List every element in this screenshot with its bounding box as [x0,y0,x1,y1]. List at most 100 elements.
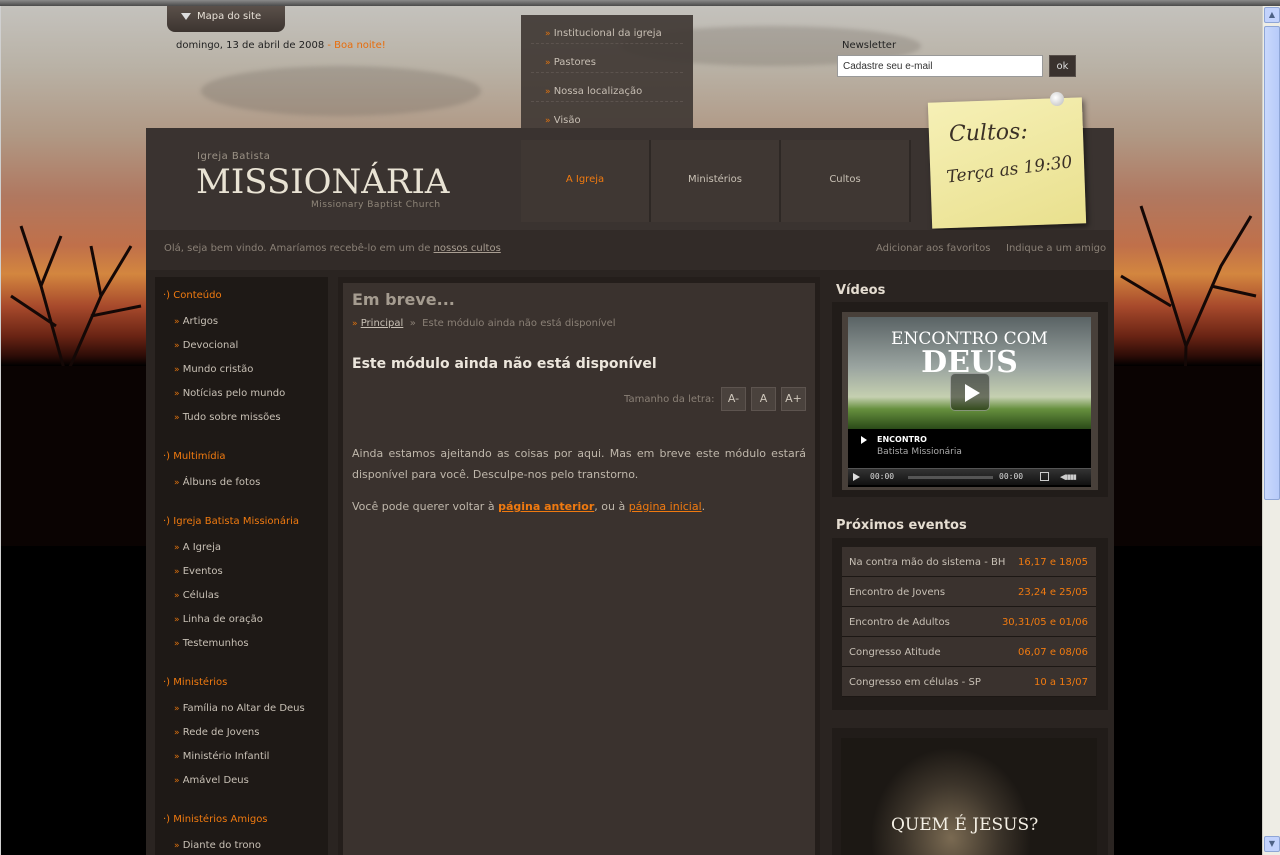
submenu-item-localizacao[interactable]: » Nossa localização [531,73,683,102]
event-date: 23,24 e 25/05 [1018,587,1088,598]
sidebar-item-missoes[interactable]: » Tudo sobre missões [174,412,281,423]
article-paragraph-links: Você pode querer voltar à página anterio… [352,500,806,513]
submenu-label: Pastores [553,57,596,68]
sidebar-item-familia[interactable]: » Família no Altar de Deus [174,703,305,714]
video-caption-subtitle: Batista Missionária [877,447,962,457]
sidebar-item-devocional[interactable]: » Devocional [174,340,238,351]
nav-tab-ministerios[interactable]: Ministérios [651,140,781,222]
scroll-up-icon[interactable]: ▲ [1264,7,1280,23]
sidebar-item-label: Ministério Infantil [182,751,270,762]
event-row[interactable]: Congresso em células - SP 10 a 13/07 [842,667,1096,697]
nav-tab-cultos[interactable]: Cultos [781,140,911,222]
sitemap-button[interactable]: Mapa do site [167,6,285,32]
sidebar-item-infantil[interactable]: » Ministério Infantil [174,751,269,762]
sidebar-item-oracao[interactable]: » Linha de oração [174,614,263,625]
home-page-link[interactable]: página inicial [629,500,702,513]
sidebar-section-multimidia[interactable]: ·) Multimídia [163,451,226,462]
double-arrow-icon: » [174,341,179,351]
sidebar-item-rede-jovens[interactable]: » Rede de Jovens [174,727,259,738]
event-name: Na contra mão do sistema - BH [849,557,1006,568]
submenu-item-pastores[interactable]: » Pastores [531,44,683,73]
sidebar-section-ministerios[interactable]: ·) Ministérios [163,677,227,688]
double-arrow-icon: » [174,543,179,553]
recommend-friend-link[interactable]: Indique a um amigo [1006,243,1106,254]
sidebar-item-label: Testemunhos [182,638,249,649]
play-control-icon[interactable] [853,473,860,481]
cloud [201,66,481,116]
sidebar-item-a-igreja[interactable]: » A Igreja [174,542,221,553]
double-arrow-icon: » [545,29,550,39]
vertical-scrollbar[interactable]: ▲ ▼ [1262,6,1280,855]
event-date: 10 a 13/07 [1033,677,1088,688]
double-arrow-icon: » [545,116,550,126]
date-line: domingo, 13 de abril de 2008 - Boa noite… [176,40,386,51]
tree-silhouette-right [1101,205,1262,546]
sidebar-item-testemunhos[interactable]: » Testemunhos [174,638,249,649]
font-decrease-button[interactable]: A- [721,387,746,411]
sidebar-section-conteudo[interactable]: ·) Conteúdo [163,290,222,301]
add-favorites-link[interactable]: Adicionar aos favoritos [876,243,990,254]
video-current-time: 00:00 [870,472,895,481]
play-icon[interactable] [950,373,990,411]
double-arrow-icon: » [545,87,550,97]
nav-tab-a-igreja[interactable]: A Igreja [521,140,651,222]
breadcrumb-home-link[interactable]: Principal [361,318,404,329]
submenu-item-visao[interactable]: » Visão [531,102,683,131]
video-controls: 00:00 00:00 ◀▮▮▮▮ [848,468,1091,485]
sidebar-item-artigos[interactable]: » Artigos [174,316,218,327]
event-name: Encontro de Adultos [849,617,950,628]
sidebar-item-eventos[interactable]: » Eventos [174,566,223,577]
previous-page-link[interactable]: página anterior [498,500,594,513]
scrollbar-thumb[interactable] [1264,26,1280,500]
event-row[interactable]: Encontro de Jovens 23,24 e 25/05 [842,577,1096,607]
sitemap-label: Mapa do site [197,11,262,22]
event-date: 06,07 e 08/06 [1018,647,1088,658]
breadcrumb-current: Este módulo ainda não está disponível [422,318,616,329]
sidebar-section-ministerios-amigos[interactable]: ·) Ministérios Amigos [163,814,268,825]
breadcrumb: » Principal » Este módulo ainda não está… [352,318,616,329]
event-name: Congresso Atitude [849,647,941,658]
sidebar-item-label: Tudo sobre missões [182,412,281,423]
browser-page: Mapa do site domingo, 13 de abril de 200… [0,0,1280,855]
event-row[interactable]: Encontro de Adultos 30,31/05 e 01/06 [842,607,1096,637]
services-link[interactable]: nossos cultos [434,243,501,254]
article-paragraph: Ainda estamos ajeitando as coisas por aq… [352,447,806,481]
pushpin-icon [1050,92,1064,106]
play-small-icon [861,436,867,444]
welcome-message: Olá, seja bem vindo. Amaríamos recebê-lo… [164,243,501,254]
newsletter-submit-button[interactable]: ok [1049,55,1076,77]
sidebar-item-albuns[interactable]: » Álbuns de fotos [174,477,260,488]
fullscreen-icon[interactable] [1040,472,1049,481]
site-logo[interactable]: MISSIONÁRIA [196,162,449,202]
font-increase-button[interactable]: A+ [781,387,806,411]
double-arrow-icon: » [174,413,179,423]
sidebar-item-diante-trono[interactable]: » Diante do trono [174,840,261,851]
video-seek-bar[interactable] [908,476,993,479]
institutional-submenu: » Institucional da igreja » Pastores » N… [521,15,693,130]
sidebar-item-label: Família no Altar de Deus [182,703,305,714]
event-date: 16,17 e 18/05 [1018,557,1088,568]
breadcrumb-separator: » [409,318,416,329]
video-player[interactable]: ENCONTRO COM DEUS ENCONTRO Batista Missi… [848,317,1091,487]
font-reset-button[interactable]: A [751,387,776,411]
volume-icon[interactable]: ◀▮▮▮▮ [1060,473,1077,481]
newsletter-email-input[interactable] [837,55,1043,77]
promo-banner[interactable]: QUEM É JESUS? [841,738,1097,855]
logo-small-text: Igreja Batista [197,151,271,162]
submenu-item-institucional[interactable]: » Institucional da igreja [531,15,683,44]
sidebar-item-label: Eventos [182,566,223,577]
event-row[interactable]: Na contra mão do sistema - BH 16,17 e 18/… [842,547,1096,577]
sidebar-item-amavel-deus[interactable]: » Amável Deus [174,775,249,786]
event-row[interactable]: Congresso Atitude 06,07 e 08/06 [842,637,1096,667]
sidebar-section-igreja[interactable]: ·) Igreja Batista Missionária [163,516,299,527]
scroll-down-icon[interactable]: ▼ [1264,836,1280,852]
section-title: Multimídia [173,451,226,462]
double-arrow-icon: » [174,776,179,786]
page-heading: Em breve... [352,290,455,309]
sidebar-item-label: Células [182,590,220,601]
sidebar-item-celulas[interactable]: » Células [174,590,219,601]
sidebar-item-mundo-cristao[interactable]: » Mundo cristão [174,364,253,375]
submenu-label: Visão [553,115,581,126]
double-arrow-icon: » [174,728,179,738]
sidebar-item-noticias[interactable]: » Notícias pelo mundo [174,388,285,399]
